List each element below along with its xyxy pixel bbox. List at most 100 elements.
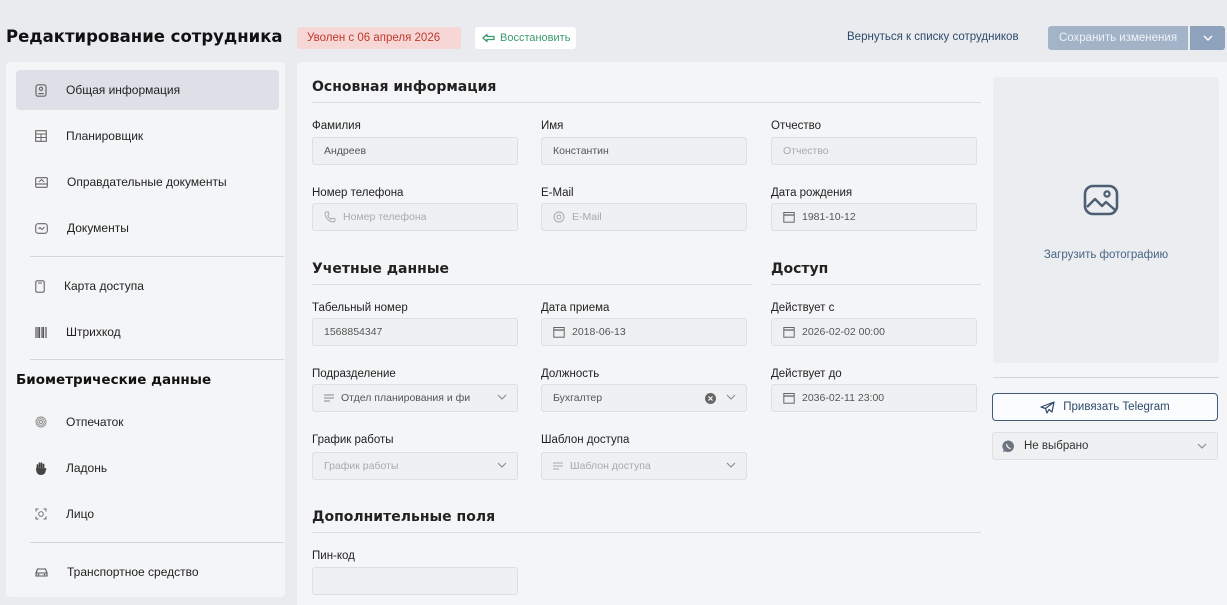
field-label: Дата приема	[541, 302, 610, 314]
phone-field[interactable]: Номер телефона	[312, 203, 518, 231]
field-value: Бухгалтер	[553, 392, 603, 404]
department-select[interactable]: Отдел планирования и фи	[312, 384, 518, 412]
sidebar-item-label: Отпечаток	[66, 415, 124, 429]
tab-number-field[interactable]: 1568854347	[312, 318, 518, 346]
calendar-icon	[783, 327, 795, 338]
clear-icon[interactable]	[705, 393, 716, 404]
sidebar-item-label: Транспортное средство	[67, 565, 199, 579]
field-value: 1568854347	[324, 326, 383, 338]
sidebar-item-justification-docs[interactable]: Оправдательные документы	[16, 162, 279, 202]
messenger-select[interactable]: Не выбрано	[992, 432, 1218, 460]
sidebar-item-label: Планировщик	[66, 129, 144, 143]
page-title: Редактирование сотрудника	[6, 27, 283, 46]
section-title-basic: Основная информация	[312, 79, 497, 95]
fingerprint-icon	[35, 416, 47, 428]
sidebar-item-vehicle[interactable]: Транспортное средство	[16, 552, 279, 592]
save-dropdown-button[interactable]	[1190, 26, 1225, 50]
chevron-down-icon	[497, 394, 507, 400]
link-telegram-button[interactable]: Привязать Telegram	[992, 393, 1218, 421]
field-label: Дата рождения	[771, 187, 853, 199]
sidebar: Общая информация Планировщик Оправдатель…	[6, 62, 285, 597]
pin-field[interactable]	[312, 567, 518, 595]
access-card-icon	[35, 279, 45, 293]
email-field[interactable]: E-Mail	[541, 203, 747, 231]
restore-label: Восстановить	[500, 32, 571, 44]
field-placeholder: Отчество	[783, 145, 829, 157]
schedule-select[interactable]: График работы	[312, 452, 518, 480]
chevron-down-icon	[726, 462, 736, 468]
send-icon	[1040, 400, 1055, 414]
sidebar-item-palm[interactable]: Ладонь	[16, 448, 279, 488]
restore-icon	[482, 33, 495, 43]
sidebar-item-label: Общая информация	[66, 83, 181, 97]
field-label: Должность	[541, 368, 600, 380]
field-value: Отдел планирования и фи	[341, 392, 471, 404]
sidebar-item-label: Штрихкод	[66, 325, 121, 339]
birth-date-field[interactable]: 1981-10-12	[771, 203, 977, 231]
sidebar-item-general[interactable]: Общая информация	[16, 70, 279, 110]
biometrics-heading: Биометрические данные	[16, 372, 212, 388]
restore-button[interactable]: Восстановить	[475, 27, 576, 49]
status-badge: Уволен с 06 апреля 2026	[297, 27, 461, 49]
valid-from-field[interactable]: 2026-02-02 00:00	[771, 318, 977, 346]
sidebar-item-face[interactable]: Лицо	[16, 494, 279, 534]
field-value: 2036-02-11 23:00	[802, 392, 885, 404]
field-value: Андреев	[324, 145, 367, 157]
section-title-extra: Дополнительные поля	[312, 509, 496, 525]
access-template-select[interactable]: Шаблон доступа	[541, 452, 747, 480]
phone-icon	[324, 211, 336, 223]
first-name-field[interactable]: Константин	[541, 137, 747, 165]
sidebar-item-label: Ладонь	[66, 461, 108, 475]
field-label: Номер телефона	[312, 187, 404, 199]
viber-icon	[1002, 439, 1015, 452]
save-button[interactable]: Сохранить изменения	[1048, 26, 1188, 50]
back-to-list-link[interactable]: Вернуться к списку сотрудников	[847, 31, 1019, 43]
section-title-accounts: Учетные данные	[312, 261, 449, 277]
field-label: Шаблон доступа	[541, 434, 630, 446]
field-placeholder: График работы	[324, 460, 399, 472]
messenger-value: Не выбрано	[1024, 440, 1089, 452]
right-divider	[993, 377, 1219, 378]
calendar-icon	[783, 212, 795, 223]
sidebar-item-barcode[interactable]: Штрихкод	[16, 312, 279, 352]
sidebar-item-planner[interactable]: Планировщик	[16, 116, 279, 156]
main-panel: Основная информация Фамилия Андреев Имя …	[297, 62, 1227, 605]
field-label: Имя	[541, 120, 564, 132]
sidebar-divider	[30, 359, 284, 360]
image-icon	[1083, 184, 1119, 216]
last-name-field[interactable]: Андреев	[312, 137, 518, 165]
sidebar-item-label: Оправдательные документы	[67, 175, 227, 189]
chevron-down-icon	[726, 394, 736, 400]
field-label: Фамилия	[312, 120, 361, 132]
sidebar-item-documents[interactable]: Документы	[16, 208, 279, 248]
chevron-down-icon	[497, 462, 507, 468]
list-icon	[553, 462, 563, 470]
field-label: Действует до	[771, 368, 842, 380]
sidebar-item-label: Карта доступа	[64, 279, 144, 293]
valid-to-field[interactable]: 2036-02-11 23:00	[771, 384, 977, 412]
field-label: E-Mail	[541, 187, 574, 199]
photo-upload-area[interactable]: Загрузить фотографию	[993, 77, 1219, 363]
calendar-icon	[783, 393, 795, 404]
middle-name-field[interactable]: Отчество	[771, 137, 977, 165]
field-label: Пин-код	[312, 550, 355, 562]
field-placeholder: Номер телефона	[343, 211, 427, 223]
calendar-icon	[553, 327, 565, 338]
field-value: 2018-06-13	[572, 326, 626, 338]
sidebar-item-fingerprint[interactable]: Отпечаток	[16, 402, 279, 442]
section-title-access: Доступ	[771, 261, 829, 277]
field-placeholder: Шаблон доступа	[570, 460, 651, 472]
hire-date-field[interactable]: 2018-06-13	[541, 318, 747, 346]
section-divider	[312, 284, 752, 285]
section-divider	[312, 102, 981, 103]
car-icon	[35, 567, 48, 577]
field-label: Табельный номер	[312, 302, 408, 314]
id-card-icon	[35, 222, 48, 234]
position-select[interactable]: Бухгалтер	[541, 384, 747, 412]
face-scan-icon	[35, 508, 47, 520]
sidebar-item-access-card[interactable]: Карта доступа	[16, 266, 279, 306]
sidebar-item-label: Лицо	[66, 507, 94, 521]
field-value: 2026-02-02 00:00	[802, 326, 885, 338]
telegram-button-label: Привязать Telegram	[1063, 401, 1170, 413]
list-icon	[324, 394, 334, 402]
